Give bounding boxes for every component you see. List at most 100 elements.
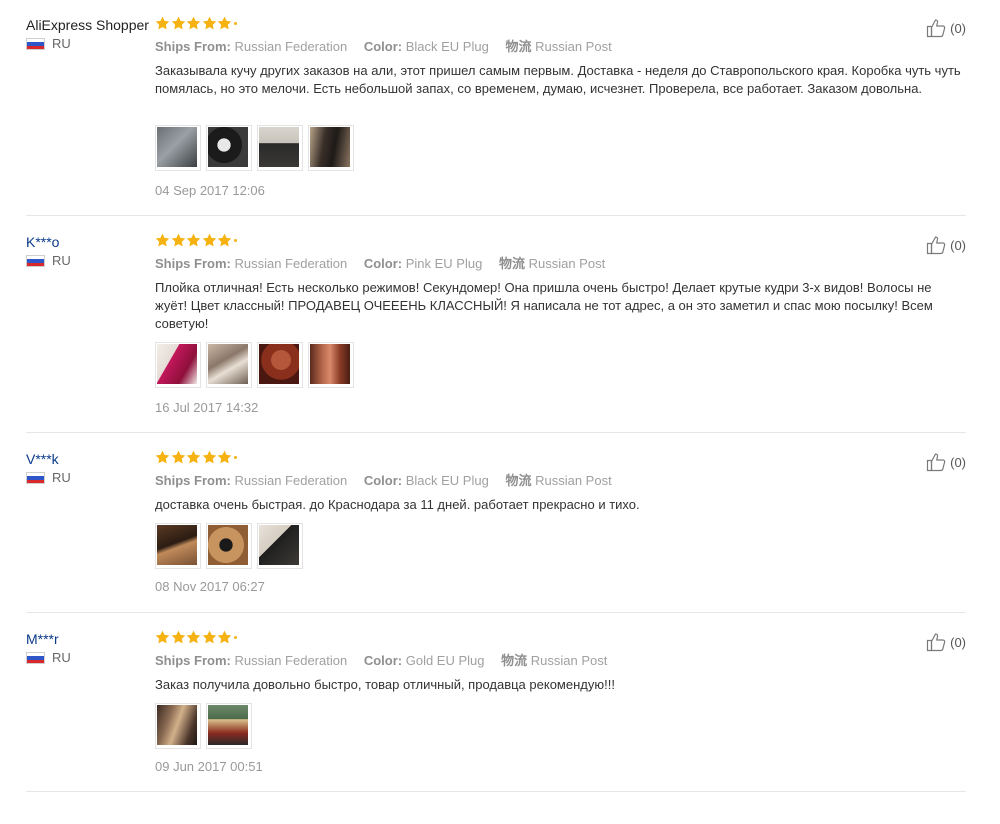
helpful-count: (0) — [950, 454, 966, 470]
helpful-count: (0) — [950, 237, 966, 253]
review-country: RU — [26, 471, 71, 485]
ships-from-value: Russian Federation — [234, 653, 348, 668]
rating-stars — [155, 630, 237, 645]
review-photo-thumbnail[interactable] — [308, 125, 354, 171]
review-separator — [26, 215, 966, 216]
star-icon — [217, 630, 232, 644]
review-photo-thumbnail[interactable] — [257, 125, 303, 171]
star-icon — [202, 16, 216, 30]
color-value: Black EU Plug — [405, 39, 489, 54]
review-photos — [155, 703, 257, 749]
review-text: доставка очень быстрая. до Краснодара за… — [155, 497, 640, 512]
rating-stars — [155, 233, 237, 248]
review-photos — [155, 342, 359, 388]
thumbs-up-icon — [926, 235, 948, 255]
review-photo-thumbnail[interactable] — [257, 342, 303, 388]
country-code: RU — [52, 36, 71, 51]
thumbs-up-icon — [926, 632, 948, 652]
review-photo-thumbnail[interactable] — [155, 342, 201, 388]
star-icon — [186, 630, 201, 644]
color-label: Color: — [363, 473, 403, 488]
review-country: RU — [26, 651, 71, 665]
review-country: RU — [26, 37, 71, 51]
ships-from-label: Ships From: — [155, 256, 231, 271]
helpful-button[interactable]: (0) — [926, 452, 966, 472]
logistics-value: Russian Post — [528, 256, 606, 271]
russia-flag-icon — [26, 652, 45, 664]
helpful-button[interactable]: (0) — [926, 235, 966, 255]
logistics-label: 物流 — [505, 473, 532, 488]
review-user-name[interactable]: M***r — [26, 630, 59, 648]
review-photo-thumbnail[interactable] — [155, 523, 201, 569]
logistics-value: Russian Post — [535, 39, 612, 54]
review-photo-thumbnail[interactable] — [206, 703, 252, 749]
review-photo-thumbnail[interactable] — [308, 342, 354, 388]
review-item: M***r RU Ships From: Russian Federation … — [26, 624, 966, 824]
review-photo-thumbnail[interactable] — [155, 125, 201, 171]
star-icon — [171, 630, 185, 644]
star-icon — [171, 233, 185, 247]
ships-from-value: Russian Federation — [234, 473, 348, 488]
review-country: RU — [26, 254, 71, 268]
logistics-label: 物流 — [505, 39, 532, 54]
star-icon — [155, 16, 170, 30]
review-separator — [26, 791, 966, 792]
rating-dot — [233, 239, 237, 242]
review-date: 04 Sep 2017 12:06 — [155, 183, 265, 198]
helpful-button[interactable]: (0) — [926, 18, 966, 38]
rating-stars — [155, 450, 237, 465]
review-user-name[interactable]: V***k — [26, 450, 59, 468]
ships-from-label: Ships From: — [155, 653, 231, 668]
review-photo-thumbnail[interactable] — [206, 523, 252, 569]
star-icon — [202, 630, 216, 644]
star-icon — [171, 16, 185, 30]
review-photo-thumbnail[interactable] — [155, 703, 201, 749]
logistics-value: Russian Post — [530, 653, 608, 668]
helpful-count: (0) — [950, 634, 966, 650]
logistics-label: 物流 — [498, 256, 525, 271]
reviews-list: AliExpress Shopper RU Ships From: Russia… — [0, 0, 1000, 793]
review-photo-thumbnail[interactable] — [206, 342, 252, 388]
star-icon — [171, 450, 185, 464]
review-meta: Ships From: Russian Federation Color: Bl… — [155, 38, 625, 56]
star-icon — [217, 16, 232, 30]
review-user-name[interactable]: K***o — [26, 233, 59, 251]
helpful-button[interactable]: (0) — [926, 632, 966, 652]
star-icon — [186, 233, 201, 247]
star-icon — [155, 450, 170, 464]
logistics-value: Russian Post — [535, 473, 612, 488]
color-value: Pink EU Plug — [405, 256, 483, 271]
color-value: Gold EU Plug — [405, 653, 485, 668]
review-meta: Ships From: Russian Federation Color: Go… — [155, 652, 620, 670]
rating-dot — [233, 636, 237, 639]
color-label: Color: — [363, 256, 403, 271]
logistics-label: 物流 — [501, 653, 528, 668]
star-icon — [217, 450, 232, 464]
russia-flag-icon — [26, 38, 45, 50]
review-meta: Ships From: Russian Federation Color: Bl… — [155, 472, 625, 490]
review-photo-thumbnail[interactable] — [257, 523, 303, 569]
review-item: K***o RU Ships From: Russian Federation … — [26, 227, 966, 427]
review-date: 16 Jul 2017 14:32 — [155, 400, 259, 415]
color-value: Black EU Plug — [405, 473, 489, 488]
rating-dot — [233, 22, 237, 25]
review-item: AliExpress Shopper RU Ships From: Russia… — [26, 10, 966, 210]
star-icon — [155, 630, 170, 644]
rating-dot — [233, 456, 237, 459]
ships-from-value: Russian Federation — [234, 39, 348, 54]
review-photos — [155, 523, 308, 569]
star-icon — [186, 450, 201, 464]
star-icon — [155, 233, 170, 247]
review-photo-thumbnail[interactable] — [206, 125, 252, 171]
review-user-name[interactable]: AliExpress Shopper — [26, 16, 149, 34]
review-date: 08 Nov 2017 06:27 — [155, 579, 265, 594]
review-separator — [26, 432, 966, 433]
star-icon — [186, 16, 201, 30]
thumbs-up-icon — [926, 452, 948, 472]
star-icon — [202, 450, 216, 464]
ships-from-label: Ships From: — [155, 39, 231, 54]
review-separator — [26, 612, 966, 613]
russia-flag-icon — [26, 472, 45, 484]
review-date: 09 Jun 2017 00:51 — [155, 759, 263, 774]
country-code: RU — [52, 253, 71, 268]
